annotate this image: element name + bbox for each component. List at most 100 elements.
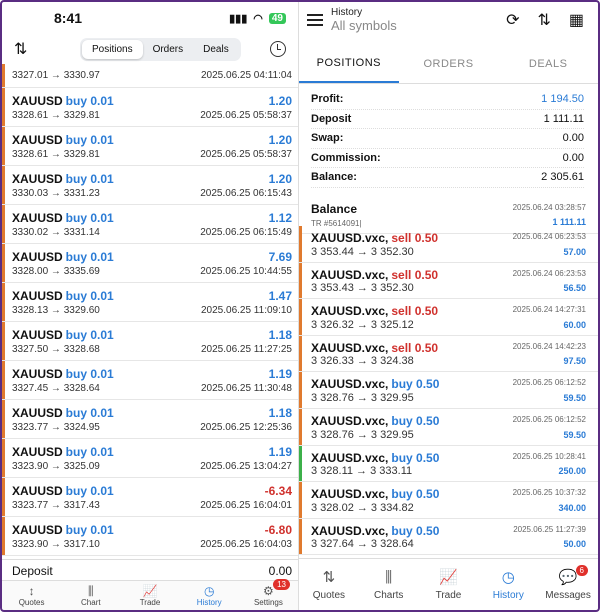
trade-details: 3323.77 → 3324.95 2025.06.25 12:25:36 [12, 422, 292, 433]
nav-label: Settings [253, 598, 283, 607]
tab-orders[interactable]: Orders [143, 40, 194, 59]
nav-charts[interactable]: ⫼ Charts [359, 559, 419, 610]
calendar-icon[interactable]: ▦ [569, 10, 584, 30]
tab-deals[interactable]: Deals [193, 40, 239, 59]
trade-row[interactable]: XAUUSD buy 0.01 1.18 3327.50 → 3328.68 2025.… [2, 322, 298, 361]
trade-row[interactable]: XAUUSD buy 0.01 1.20 3328.61 → 3329.81 2025.… [2, 127, 298, 166]
trade-prices: 3323.77 → 3324.95 [12, 422, 100, 433]
trade-row[interactable]: XAUUSD buy 0.01 -6.34 3323.77 → 3317.43 2025… [2, 478, 298, 517]
trade-row[interactable]: XAUUSD buy 0.01 1.12 3330.02 → 3331.14 2025.… [2, 205, 298, 244]
quotes-icon: ↕ [28, 584, 35, 598]
nav-label: Trade [139, 598, 161, 607]
deal-row[interactable]: XAUUSD.vxc, sell 0.50 3 326.32 → 3 325.12 2… [299, 299, 598, 336]
nav-quotes[interactable]: ⇅ Quotes [299, 559, 359, 610]
trade-profit: 1.20 [268, 172, 292, 186]
trade-row[interactable]: XAUUSD buy 0.01 1.47 3328.13 → 3329.60 2025.… [2, 283, 298, 322]
trade-date: 2025.06.25 11:30:48 [200, 383, 292, 394]
deal-row[interactable]: XAUUSD.vxc, buy 0.50 3 328.11 → 3 333.11 20… [299, 445, 598, 483]
currency-icon[interactable]: ⟳ [506, 10, 519, 30]
nav-trade[interactable]: 📈 Trade [419, 559, 479, 610]
tab-orders[interactable]: ORDERS [399, 44, 499, 83]
nav-label: Quotes [18, 598, 45, 607]
deal-profit: 57.00 [563, 246, 586, 257]
deal-row[interactable]: XAUUSD.vxc, sell 0.50 3 326.33 → 3 324.38 2… [299, 335, 598, 373]
messages-icon: 💬 [558, 568, 578, 586]
summary-row: Balance: 2 305.61 [311, 168, 584, 188]
trade-prices: 3327.50 → 3328.68 [12, 344, 100, 355]
trade-prices: 3327.45 → 3328.64 [12, 383, 100, 394]
deal-side: sell 0.50 [391, 267, 439, 282]
nav-settings[interactable]: ⚙ Settings 13 [239, 579, 298, 610]
tab-positions[interactable]: POSITIONS [299, 44, 399, 83]
trade-header: XAUUSD buy 0.01 1.47 [12, 289, 292, 303]
nav-label: Chart [81, 598, 101, 607]
trade-header: XAUUSD buy 0.01 1.20 [12, 172, 292, 186]
sort-icon[interactable]: ⇅ [14, 39, 36, 59]
deal-row[interactable]: XAUUSD.vxc, buy 0.50 3 328.76 → 3 329.95 20… [299, 408, 598, 446]
summary-row: Deposit 1 111.11 [311, 110, 584, 129]
trade-profit: 1.18 [268, 406, 292, 420]
summary-value: 0.00 [562, 151, 584, 164]
trade-symbol: XAUUSD [12, 523, 63, 537]
nav-trade[interactable]: 📈 Trade [120, 581, 179, 610]
trade-row[interactable]: XAUUSD buy 0.01 1.19 3327.45 → 3328.64 2025.… [2, 361, 298, 400]
deal-row[interactable]: XAUUSD.vxc, sell 0.50 3 353.43 → 3 352.30 2… [299, 262, 598, 300]
nav-history[interactable]: ◷ History [180, 581, 239, 610]
deal-header: XAUUSD.vxc, sell 0.50 [311, 304, 438, 318]
trade-profit: -6.80 [264, 523, 292, 537]
deal-header: XAUUSD.vxc, buy 0.50 [311, 451, 439, 465]
deposit-row[interactable]: Deposit 0.00 [2, 559, 298, 581]
deal-row[interactable]: XAUUSD.vxc, buy 0.50 3 328.76 → 3 329.95 20… [299, 372, 598, 409]
sort-icon[interactable]: ⇅ [537, 10, 550, 30]
trade-row[interactable]: XAUUSD buy 0.01 1.20 3328.61 → 3329.81 2025.… [2, 88, 298, 127]
clock-icon[interactable] [270, 41, 286, 57]
nav-label: History [196, 598, 222, 607]
nav-quotes[interactable]: ↕ Quotes [2, 581, 61, 610]
deal-prices: 3 328.76 → 3 329.95 [311, 428, 414, 441]
deal-row[interactable]: XAUUSD.vxc, sell 0.50 3 353.44 → 3 352.30 2… [299, 226, 598, 263]
trade-date: 2025.06.25 16:04:01 [200, 500, 292, 511]
trade-details: 3330.03 → 3331.23 2025.06.25 06:15:43 [12, 188, 292, 199]
menu-icon[interactable] [307, 14, 323, 26]
nav-messages[interactable]: 💬 Messages 6 [538, 559, 598, 610]
trade-list: 3327.01 → 3330.97 2025.06.25 04:11:04 XA… [2, 64, 298, 556]
trade-row[interactable]: XAUUSD buy 0.01 1.19 3323.90 → 3325.09 2025.… [2, 439, 298, 478]
trade-side: buy 0.01 [65, 289, 114, 303]
trade-side: buy 0.01 [65, 523, 114, 537]
trade-prices: 3330.03 → 3331.23 [12, 188, 100, 199]
deal-profit: 60.00 [563, 319, 586, 330]
trade-details: 3323.90 → 3325.09 2025.06.25 13:04:27 [12, 461, 292, 472]
trade-row[interactable]: XAUUSD buy 0.01 -6.80 3323.90 → 3317.10 2025… [2, 517, 298, 556]
deal-date: 2025.06.24 14:27:31 [512, 305, 586, 315]
battery-icon: 49 [268, 12, 286, 24]
summary-row: Profit: 1 194.50 [311, 90, 584, 110]
deal-prices: 3 326.33 → 3 324.38 [311, 355, 414, 368]
deal-symbol: XAUUSD.vxc, [311, 304, 389, 319]
tab-positions[interactable]: Positions [82, 39, 143, 59]
tab-deals[interactable]: DEALS [498, 44, 598, 83]
deal-row[interactable]: XAUUSD.vxc, buy 0.50 3 328.02 → 3 334.82 20… [299, 482, 598, 519]
trade-row[interactable]: XAUUSD buy 0.01 1.18 3323.77 → 3324.95 2025.… [2, 400, 298, 439]
nav-history[interactable]: ◷ History [478, 559, 538, 610]
trade-prices: 3328.61 → 3329.81 [12, 110, 100, 121]
nav-chart[interactable]: ⫼ Chart [61, 581, 120, 610]
balance-amount: 1 111.11 [552, 216, 586, 227]
trade-prices: 3327.01 → 3330.97 [12, 70, 100, 81]
deal-side: buy 0.50 [391, 377, 440, 392]
deposit-label: Deposit [12, 563, 53, 578]
trade-row[interactable]: XAUUSD buy 0.01 7.69 3328.00 → 3335.69 2025.… [2, 244, 298, 283]
trade-profit: 1.20 [268, 94, 292, 108]
trade-row[interactable]: XAUUSD buy 0.01 1.20 3330.03 → 3331.23 2025.… [2, 166, 298, 205]
right-bottom-nav: ⇅ Quotes ⫼ Charts 📈 Trade ◷ History 💬 Messages 6 [299, 558, 598, 610]
trade-row[interactable]: 3327.01 → 3330.97 2025.06.25 04:11:04 [2, 64, 298, 88]
status-time: 8:41 [54, 10, 83, 26]
nav-label: History [492, 589, 524, 601]
deal-row[interactable]: XAUUSD.vxc, buy 0.50 3 327.64 → 3 328.64 20… [299, 518, 598, 556]
status-icons: ▮▮▮ ◠ 49 [229, 12, 286, 25]
deal-symbol: XAUUSD.vxc, [311, 450, 389, 465]
trade-profit: -6.34 [264, 484, 292, 498]
trade-profit: 1.18 [268, 328, 292, 342]
symbol-filter[interactable]: All symbols [331, 18, 397, 33]
notification-badge: 13 [273, 579, 291, 590]
trade-details: 3323.77 → 3317.43 2025.06.25 16:04:01 [12, 500, 292, 511]
